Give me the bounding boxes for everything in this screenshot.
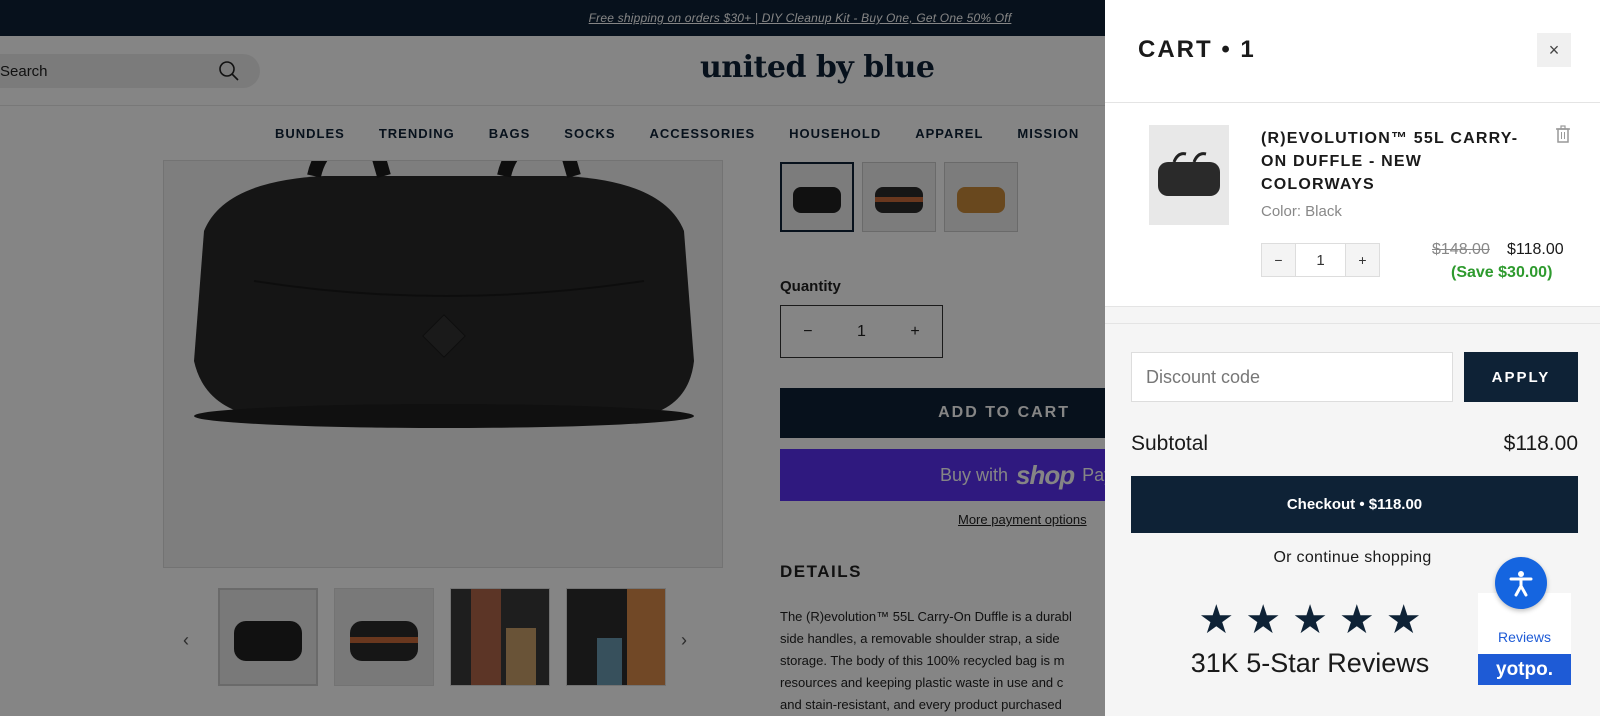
cart-header: CART • 1 × [1105,0,1600,103]
cart-line-item: (R)EVOLUTION™ 55L CARRY-ON DUFFLE - NEW … [1105,103,1600,307]
page-overlay[interactable] [0,0,1105,716]
cart-quantity-value[interactable]: 1 [1295,244,1346,276]
star-icon: ★ [1198,598,1235,642]
star-icon: ★ [1385,598,1422,642]
trash-icon[interactable] [1555,125,1571,148]
discount-code-input[interactable]: Discount code [1131,352,1453,402]
accessibility-icon[interactable] [1495,557,1547,609]
divider [1105,323,1600,324]
star-icon: ★ [1338,598,1375,642]
reviews-badge: ★ ★ ★ ★ ★ 31K 5-Star Reviews [1180,600,1440,679]
cart-item-color: Color: Black [1261,203,1342,220]
apply-discount-button[interactable]: APPLY [1464,352,1578,402]
subtotal-label: Subtotal [1131,432,1209,455]
close-icon: × [1548,39,1560,60]
savings-text: (Save $30.00) [1451,264,1553,281]
star-icon: ★ [1245,598,1282,642]
cart-quantity-stepper[interactable]: − 1 + [1261,243,1380,277]
increase-icon[interactable]: + [1346,244,1379,276]
cart-drawer: CART • 1 × (R)EVOLUTION™ 55L CARRY-ON DU… [1105,0,1600,716]
subtotal-value: $118.00 [1503,432,1578,455]
original-price: $148.00 [1432,241,1490,258]
reviews-count: 31K 5-Star Reviews [1190,648,1430,678]
star-rating: ★ ★ ★ ★ ★ [1180,600,1440,640]
cart-item-image[interactable] [1149,125,1229,225]
decrease-icon[interactable]: − [1262,244,1295,276]
yotpo-logo: yotpo. [1478,654,1571,685]
yotpo-reviews-label: Reviews [1498,629,1551,645]
checkout-button[interactable]: Checkout • $118.00 [1131,476,1578,533]
close-cart-button[interactable]: × [1537,33,1571,67]
cart-item-name[interactable]: (R)EVOLUTION™ 55L CARRY-ON DUFFLE - NEW … [1261,127,1541,196]
star-icon: ★ [1292,598,1328,642]
sale-price: $118.00 [1507,241,1564,258]
cart-title: CART • 1 [1138,36,1256,63]
